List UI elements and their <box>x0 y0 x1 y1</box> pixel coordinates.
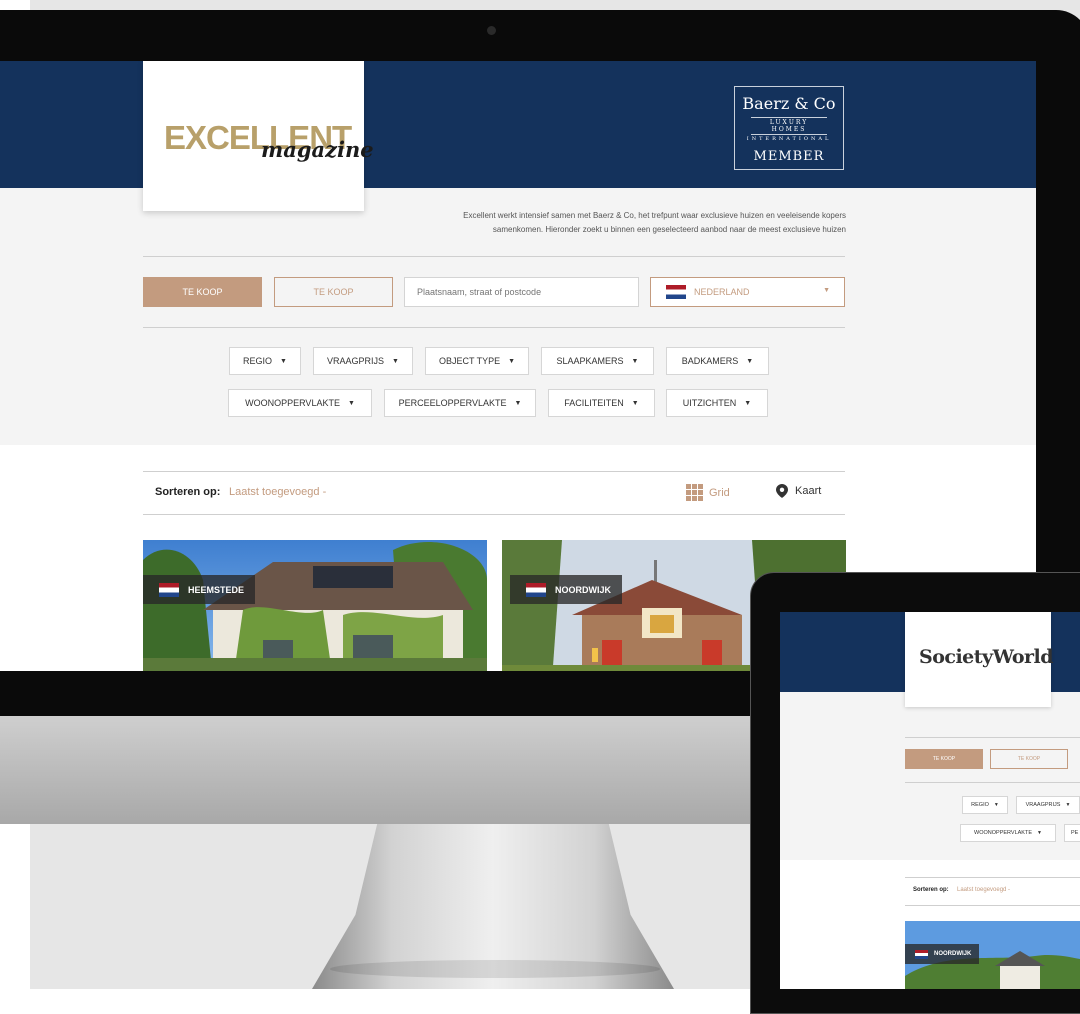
filter-slaapkamers[interactable]: SLAAPKAMERS ▼ <box>541 347 654 375</box>
logo-sub-text: magazine <box>261 137 374 162</box>
tablet-logo[interactable]: SocietyWorld <box>905 612 1054 707</box>
member-brand: Baerz & Co <box>742 94 836 113</box>
divider <box>143 327 845 328</box>
divider <box>905 737 1080 738</box>
filter-woonoppervlakte[interactable]: WOONOPPERVLAKTE ▼ <box>228 389 372 417</box>
location-label: HEEMSTEDE <box>188 584 245 595</box>
caret-down-icon: ▼ <box>392 357 399 365</box>
location-label: NOORDWIJK <box>934 951 972 957</box>
site-logo[interactable]: EXCELLENT magazine <box>143 61 374 211</box>
filter-label: UITZICHTEN <box>682 398 737 408</box>
location-search-input[interactable] <box>404 277 639 307</box>
chevron-down-icon: ▼ <box>823 287 830 294</box>
caret-down-icon: ▼ <box>744 399 752 407</box>
camera-dot <box>487 26 496 35</box>
filter-badkamers[interactable]: BADKAMERS ▼ <box>666 347 769 375</box>
tablet-filter-woonoppervlakte[interactable]: WOONOPPERVLAKTE ▼ <box>960 824 1056 842</box>
filter-regio[interactable]: REGIO ▼ <box>229 347 301 375</box>
tablet-logo-text: SocietyWorld <box>919 646 1054 668</box>
buy-tab-outline[interactable]: TE KOOP <box>274 277 393 307</box>
filter-label: VRAAGPRIJS <box>327 356 385 366</box>
stand-shadow <box>330 960 660 978</box>
netherlands-flag-icon <box>159 582 179 597</box>
buy-tab-active[interactable]: TE KOOP <box>143 277 262 307</box>
intro-line-2: samenkomen. Hieronder zoekt u binnen een… <box>492 225 846 234</box>
member-label: MEMBER <box>753 149 825 164</box>
filter-faciliteiten[interactable]: FACILITEITEN ▼ <box>548 389 655 417</box>
caret-down-icon: ▼ <box>347 399 355 407</box>
grid-icon <box>686 484 703 501</box>
tablet-listing-card[interactable]: NOORDWIJK <box>905 921 1080 989</box>
filter-uitzichten[interactable]: UITZICHTEN ▼ <box>666 389 768 417</box>
tablet-sort-label: Sorteren op: <box>913 887 949 893</box>
caret-down-icon: ▼ <box>508 357 516 365</box>
member-badge: Baerz & Co LUXURY HOMES INTERNATIONAL ME… <box>734 86 844 170</box>
map-pin-icon <box>776 484 788 498</box>
grid-label: Grid <box>709 486 730 499</box>
caret-down-icon: ▼ <box>1037 830 1042 836</box>
tablet-buy-tab-active[interactable]: TE KOOP <box>905 749 983 769</box>
map-view-button[interactable]: Kaart <box>776 484 821 498</box>
location-badge: NOORDWIJK <box>905 944 980 964</box>
tablet-sort-bar: Sorteren op: Laatst toegevoegd - <box>905 877 1080 906</box>
tablet-sort-dropdown[interactable]: Laatst toegevoegd - <box>957 887 1010 893</box>
caret-down-icon: ▼ <box>514 399 522 407</box>
listing-card[interactable]: HEEMSTEDE <box>143 540 487 671</box>
filter-vraagprijs[interactable]: VRAAGPRIJS ▼ <box>313 347 413 375</box>
country-label: NEDERLAND <box>694 287 750 297</box>
sort-bar: Sorteren op: Laatst toegevoegd - Grid Ka… <box>143 471 845 515</box>
caret-down-icon: ▼ <box>280 357 287 365</box>
filter-label: FACILITEITEN <box>564 398 624 408</box>
caret-down-icon: ▼ <box>631 399 639 407</box>
filter-perceeloppervlakte[interactable]: PERCEELOPPERVLAKTE ▼ <box>384 389 536 417</box>
filter-label: OBJECT TYPE <box>438 356 501 366</box>
house-photo <box>143 540 487 671</box>
filter-label: REGIO <box>243 356 273 366</box>
divider <box>143 256 845 257</box>
country-select[interactable]: NEDERLAND ▼ <box>650 277 845 307</box>
map-label: Kaart <box>795 485 822 497</box>
caret-down-icon: ▼ <box>993 802 999 808</box>
tablet-filter-perceeloppervlakte[interactable]: PE <box>1064 824 1080 842</box>
sort-label: Sorteren op: <box>155 486 221 498</box>
caret-down-icon: ▼ <box>631 357 639 365</box>
tablet-filter-regio[interactable]: REGIO ▼ <box>962 796 1008 814</box>
filter-label: PERCEELOPPERVLAKTE <box>398 398 507 408</box>
tablet-buy-tab-outline[interactable]: TE KOOP <box>990 749 1068 769</box>
location-badge: NOORDWIJK <box>510 575 622 604</box>
caret-down-icon: ▼ <box>1065 802 1071 808</box>
filter-label: SLAAPKAMERS <box>556 356 624 366</box>
member-line1: LUXURY HOMES <box>751 117 827 135</box>
intro-text: Excellent werkt intensief samen met Baer… <box>364 209 846 237</box>
filter-label: VRAAGPRIJS <box>1025 802 1061 808</box>
netherlands-flag-icon <box>526 582 546 597</box>
tablet-filter-vraagprijs[interactable]: VRAAGPRIJS ▼ <box>1016 796 1080 814</box>
grid-view-button[interactable]: Grid <box>686 484 730 501</box>
location-label: NOORDWIJK <box>555 584 611 595</box>
filter-object-type[interactable]: OBJECT TYPE ▼ <box>425 347 529 375</box>
netherlands-flag-icon <box>915 949 928 959</box>
filter-label: BADKAMERS <box>681 356 739 366</box>
filter-label: PE <box>1071 830 1079 836</box>
location-badge: HEEMSTEDE <box>143 575 256 604</box>
filter-label: REGIO <box>971 802 989 808</box>
filter-label: WOONOPPERVLAKTE <box>245 398 340 408</box>
member-line2: INTERNATIONAL <box>746 136 832 142</box>
intro-line-1: Excellent werkt intensief samen met Baer… <box>463 211 846 220</box>
sort-dropdown[interactable]: Laatst toegevoegd - <box>229 486 326 498</box>
filter-label: WOONOPPERVLAKTE <box>974 830 1032 836</box>
caret-down-icon: ▼ <box>746 357 754 365</box>
netherlands-flag-icon <box>666 285 686 299</box>
tablet-screen: SocietyWorld TE KOOP TE KOOP REGIO ▼ VRAA… <box>780 612 1080 989</box>
divider <box>905 782 1080 783</box>
